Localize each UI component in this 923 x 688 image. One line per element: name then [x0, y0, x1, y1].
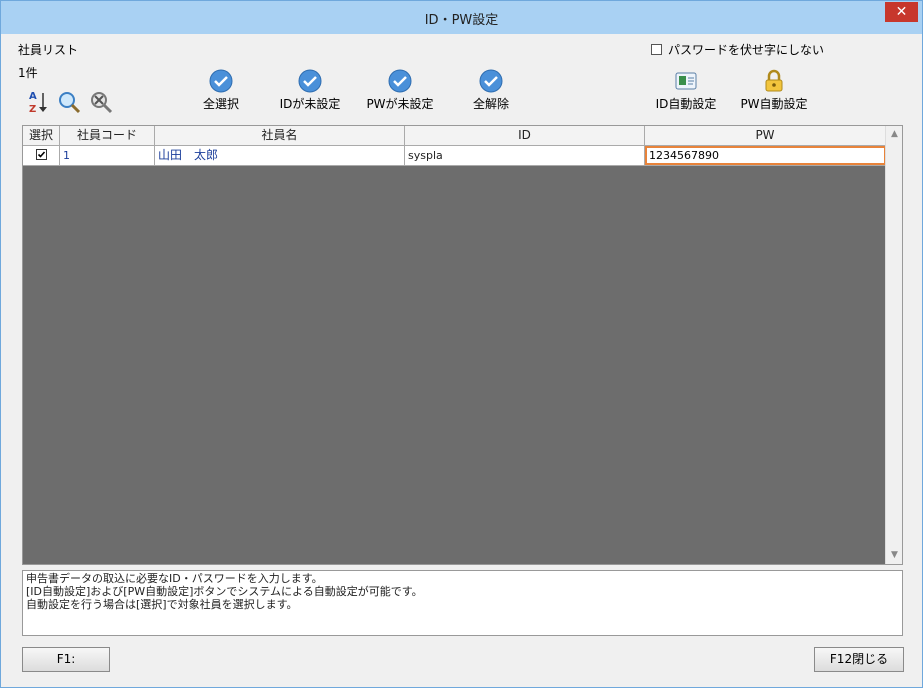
id-card-icon	[675, 72, 697, 90]
check-icon	[298, 69, 322, 93]
search-button[interactable]	[57, 90, 83, 117]
scroll-up-icon[interactable]: ▲	[886, 126, 903, 143]
id-pw-settings-window: ID・PW設定 ✕ 社員リスト 1件 パスワードを伏せ字にしない A Z 全選択…	[0, 0, 923, 688]
grid-scrollbar[interactable]: ▲ ▼	[885, 126, 902, 564]
close-f12-button[interactable]: F12閉じる	[814, 647, 904, 672]
grid-header: 選択 社員コード 社員名 ID PW	[23, 126, 886, 146]
id-unset-button[interactable]: IDが未設定	[277, 69, 343, 112]
id-unset-label: IDが未設定	[279, 97, 341, 111]
mask-option-label: パスワードを伏せ字にしない	[668, 43, 825, 57]
table-row: 1 山田 太郎 syspla 1234567890	[23, 146, 886, 166]
clear-all-button[interactable]: 全解除	[469, 69, 513, 112]
pw-cell[interactable]: 1234567890	[645, 146, 886, 165]
sort-button[interactable]: A Z	[27, 89, 49, 118]
select-all-button[interactable]: 全選択	[199, 69, 243, 112]
title-bar: ID・PW設定 ✕	[1, 1, 922, 34]
padlock-icon	[765, 69, 783, 92]
description-line: 申告書データの取込に必要なID・パスワードを入力します。	[26, 572, 323, 585]
clear-all-label: 全解除	[472, 97, 509, 111]
svg-text:Z: Z	[29, 104, 36, 115]
row-select-cell[interactable]	[23, 146, 60, 165]
f1-button[interactable]: F1:	[22, 647, 110, 672]
id-auto-set-button[interactable]: ID自動設定	[651, 69, 721, 112]
employee-name-cell[interactable]: 山田 太郎	[155, 146, 405, 165]
description-box: 申告書データの取込に必要なID・パスワードを入力します。 [ID自動設定]および…	[22, 570, 903, 636]
check-icon	[388, 69, 412, 93]
id-auto-set-label: ID自動設定	[655, 97, 717, 111]
header-employee-code[interactable]: 社員コード	[60, 126, 155, 145]
description-line: [ID自動設定]および[PW自動設定]ボタンでシステムによる自動設定が可能です。	[26, 585, 423, 598]
search-icon	[59, 92, 81, 114]
svg-text:A: A	[29, 91, 37, 102]
pw-auto-set-button[interactable]: PW自動設定	[737, 69, 811, 112]
window-title: ID・PW設定	[424, 13, 499, 28]
header-id[interactable]: ID	[405, 126, 645, 145]
employee-code-cell[interactable]: 1	[60, 146, 155, 165]
pw-unset-button[interactable]: PWが未設定	[363, 69, 437, 112]
check-icon	[209, 69, 233, 93]
record-count: 1件	[18, 66, 38, 80]
clear-search-button[interactable]	[89, 90, 115, 117]
pw-unset-label: PWが未設定	[366, 97, 434, 111]
sort-az-icon: A Z	[29, 91, 47, 115]
mask-option-checkbox[interactable]: パスワードを伏せ字にしない	[651, 41, 824, 58]
select-all-label: 全選択	[202, 97, 239, 111]
id-cell[interactable]: syspla	[405, 146, 645, 165]
header-employee-name[interactable]: 社員名	[155, 126, 405, 145]
pw-auto-set-label: PW自動設定	[740, 97, 808, 111]
clear-search-icon	[91, 92, 113, 114]
close-button[interactable]: ✕	[885, 2, 918, 22]
employee-grid: 選択 社員コード 社員名 ID PW 1 山田 太郎 syspla 123456…	[22, 125, 903, 565]
header-select[interactable]: 選択	[23, 126, 60, 145]
header-pw[interactable]: PW	[645, 126, 886, 145]
check-icon	[479, 69, 503, 93]
checkbox-checked-icon[interactable]	[35, 149, 47, 160]
description-line: 自動設定を行う場合は[選択]で対象社員を選択します。	[26, 598, 298, 611]
scroll-down-icon[interactable]: ▼	[886, 547, 903, 564]
checkbox-icon[interactable]	[651, 44, 662, 55]
employee-list-label: 社員リスト	[18, 43, 79, 57]
